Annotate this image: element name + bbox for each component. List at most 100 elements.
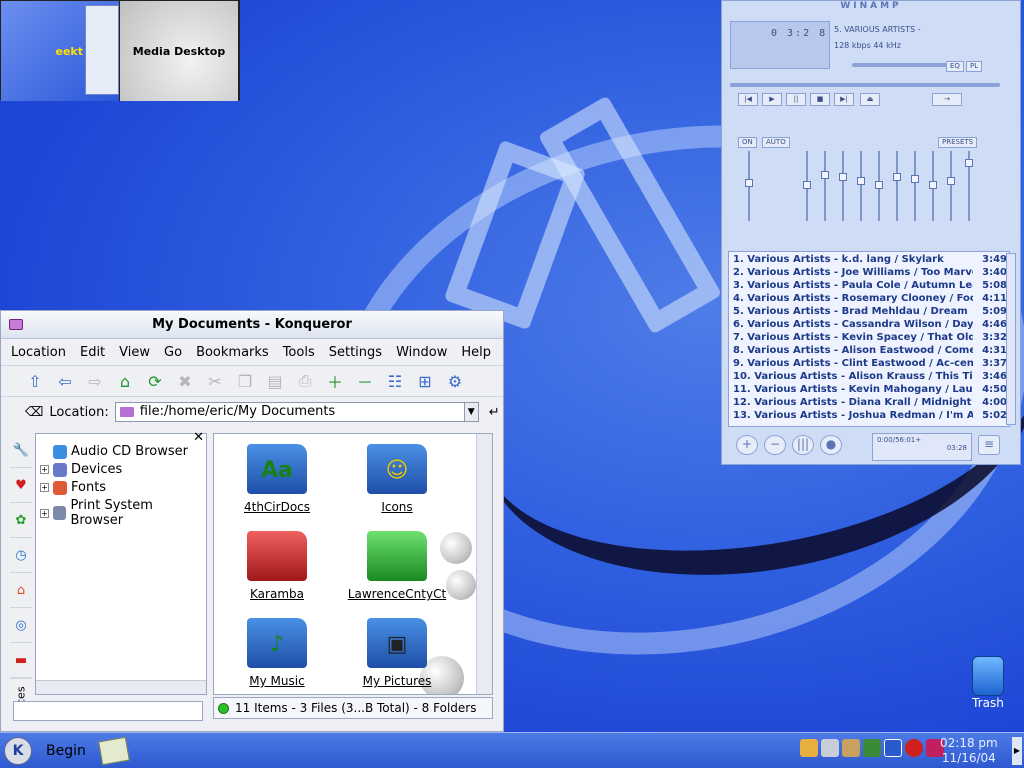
expand-plus-icon[interactable]: + xyxy=(40,465,49,474)
network-icon[interactable]: ◎ xyxy=(10,608,32,643)
shuffle-toggle[interactable]: → xyxy=(932,93,962,106)
eq-band-slider[interactable] xyxy=(911,151,919,221)
network-monitor-icon[interactable] xyxy=(863,739,881,757)
eq-band-slider[interactable] xyxy=(821,151,829,221)
menu-go[interactable]: Go xyxy=(164,345,182,360)
menu-view[interactable]: View xyxy=(119,345,150,360)
eq-band-slider[interactable] xyxy=(803,151,811,221)
playlist-item[interactable]: 13. Various Artists - Joshua Redman / I'… xyxy=(733,410,1009,423)
back-arrow-icon[interactable]: ⇦ xyxy=(53,369,77,393)
playlist-item[interactable]: 7. Various Artists - Kevin Spacey / That… xyxy=(733,332,1009,345)
print-icon[interactable]: ⎙ xyxy=(293,369,317,393)
expand-plus-icon[interactable]: + xyxy=(40,508,49,518)
location-dropdown-button[interactable]: ▼ xyxy=(464,402,479,422)
eq-band-slider[interactable] xyxy=(857,151,865,221)
folder-item[interactable]: Aa 4thCirDocs xyxy=(222,444,332,514)
forward-arrow-icon[interactable]: ⇨ xyxy=(83,369,107,393)
clear-location-icon[interactable]: ⌫ xyxy=(25,405,43,420)
tree-item[interactable]: + Print System Browser xyxy=(40,498,206,528)
launcher-icon[interactable] xyxy=(800,739,818,757)
menu-location[interactable]: Location xyxy=(11,345,66,360)
stop-icon[interactable]: ✖ xyxy=(173,369,197,393)
pager-desktop-1[interactable]: eekt xyxy=(1,1,120,101)
zoom-out-icon[interactable]: － xyxy=(353,369,377,393)
folder-item[interactable]: ☺ Icons xyxy=(342,444,452,514)
play-button[interactable]: ▶ xyxy=(762,93,782,106)
eq-band-slider[interactable] xyxy=(875,151,883,221)
vertical-scrollbar[interactable] xyxy=(476,434,492,694)
folder-icon[interactable] xyxy=(9,319,23,330)
trash-desktop-icon[interactable]: Trash xyxy=(962,656,1014,710)
panel-hide-arrow-icon[interactable]: ▶ xyxy=(1012,737,1022,765)
zoom-in-icon[interactable]: ＋ xyxy=(323,369,347,393)
tree-horizontal-scrollbar[interactable] xyxy=(36,680,206,694)
folder-item[interactable]: ♪ My Music xyxy=(222,618,332,688)
menu-edit[interactable]: Edit xyxy=(80,345,105,360)
up-arrow-icon[interactable]: ⇧ xyxy=(23,369,47,393)
eq-presets-button[interactable]: PRESETS xyxy=(938,137,978,148)
tree-item[interactable]: + Fonts xyxy=(40,480,106,495)
logout-icon[interactable] xyxy=(905,739,923,757)
playlist-item[interactable]: 3. Various Artists - Paula Cole / Autumn… xyxy=(733,280,1009,293)
playlist-item[interactable]: 10. Various Artists - Alison Krauss / Th… xyxy=(733,371,1009,384)
configure-sidebar-icon[interactable]: 🔧 xyxy=(10,433,32,468)
eq-band-slider[interactable] xyxy=(947,151,955,221)
next-button[interactable]: ▶| xyxy=(834,93,854,106)
menu-tools[interactable]: Tools xyxy=(283,345,315,360)
pause-button[interactable]: || xyxy=(786,93,806,106)
expand-plus-icon[interactable]: + xyxy=(40,483,49,492)
services-icon[interactable]: ✿ xyxy=(10,503,32,538)
lock-screen-icon[interactable] xyxy=(884,739,902,757)
playlist-item[interactable]: 6. Various Artists - Cassandra Wilson / … xyxy=(733,319,1009,332)
winamp-title[interactable]: WINAMP xyxy=(722,1,1020,15)
eject-button[interactable]: ⏏ xyxy=(860,93,880,106)
playlist-item[interactable]: 4. Various Artists - Rosemary Clooney / … xyxy=(733,293,1009,306)
playlist-item[interactable]: 8. Various Artists - Alison Eastwood / C… xyxy=(733,345,1009,358)
playlist-item[interactable]: 11. Various Artists - Kevin Mahogany / L… xyxy=(733,384,1009,397)
tree-item[interactable]: + Devices xyxy=(40,462,122,477)
clock[interactable]: 02:18 pm 11/16/04 xyxy=(940,736,998,766)
eq-band-slider[interactable] xyxy=(893,151,901,221)
tree-view-icon[interactable]: ⊞ xyxy=(413,369,437,393)
go-icon[interactable]: ↵ xyxy=(489,405,500,420)
stop-button[interactable]: ■ xyxy=(810,93,830,106)
folder-item[interactable]: LawrenceCntyCt xyxy=(342,531,452,601)
eq-on-button[interactable]: ON xyxy=(738,137,757,148)
playlist-item[interactable]: 2. Various Artists - Joe Williams / Too … xyxy=(733,267,1009,280)
eq-band-slider[interactable] xyxy=(965,151,973,221)
icon-view-icon[interactable]: ☷ xyxy=(383,369,407,393)
playlist-add-button[interactable]: + xyxy=(736,435,758,455)
playlist-scrollbar[interactable] xyxy=(1006,253,1016,425)
tree-item[interactable]: Audio CD Browser xyxy=(40,444,188,459)
folder-item[interactable]: Karamba xyxy=(222,531,332,601)
playlist-list-button[interactable]: ≡ xyxy=(978,435,1000,455)
paste-icon[interactable]: ▤ xyxy=(263,369,287,393)
seek-bar[interactable] xyxy=(730,83,1000,87)
eq-toggle-button[interactable]: EQ xyxy=(946,61,964,72)
notepad-launcher-icon[interactable] xyxy=(98,736,130,766)
menu-bookmarks[interactable]: Bookmarks xyxy=(196,345,269,360)
volume-icon[interactable] xyxy=(821,739,839,757)
playlist-item[interactable]: 9. Various Artists - Clint Eastwood / Ac… xyxy=(733,358,1009,371)
playlist-item[interactable]: 5. Various Artists - Brad Mehldau / Drea… xyxy=(733,306,1009,319)
menu-window[interactable]: Window xyxy=(396,345,447,360)
playlist-item[interactable]: 12. Various Artists - Diana Krall / Midn… xyxy=(733,397,1009,410)
menu-settings[interactable]: Settings xyxy=(329,345,382,360)
home-folder-icon[interactable]: ⌂ xyxy=(10,573,32,608)
copy-icon[interactable]: ❐ xyxy=(233,369,257,393)
start-menu-button[interactable]: K Begin xyxy=(4,736,130,766)
eq-band-slider[interactable] xyxy=(839,151,847,221)
close-sidebar-icon[interactable]: ✕ xyxy=(193,430,204,445)
location-input[interactable]: file:/home/eric/My Documents xyxy=(114,402,465,422)
bookmarks-heart-icon[interactable]: ♥ xyxy=(10,468,32,503)
reload-icon[interactable]: ⟳ xyxy=(143,369,167,393)
folder-item[interactable]: ▣ My Pictures xyxy=(342,618,452,688)
window-titlebar[interactable]: My Documents - Konqueror xyxy=(1,311,503,339)
klipper-icon[interactable] xyxy=(842,739,860,757)
playlist-misc-button[interactable]: ● xyxy=(820,435,842,455)
playlist-select-button[interactable]: ||| xyxy=(792,435,814,455)
history-clock-icon[interactable]: ◷ xyxy=(10,538,32,573)
pager-desktop-2[interactable]: Media Desktop xyxy=(120,1,239,101)
eq-auto-button[interactable]: AUTO xyxy=(762,137,790,148)
playlist-remove-button[interactable]: − xyxy=(764,435,786,455)
